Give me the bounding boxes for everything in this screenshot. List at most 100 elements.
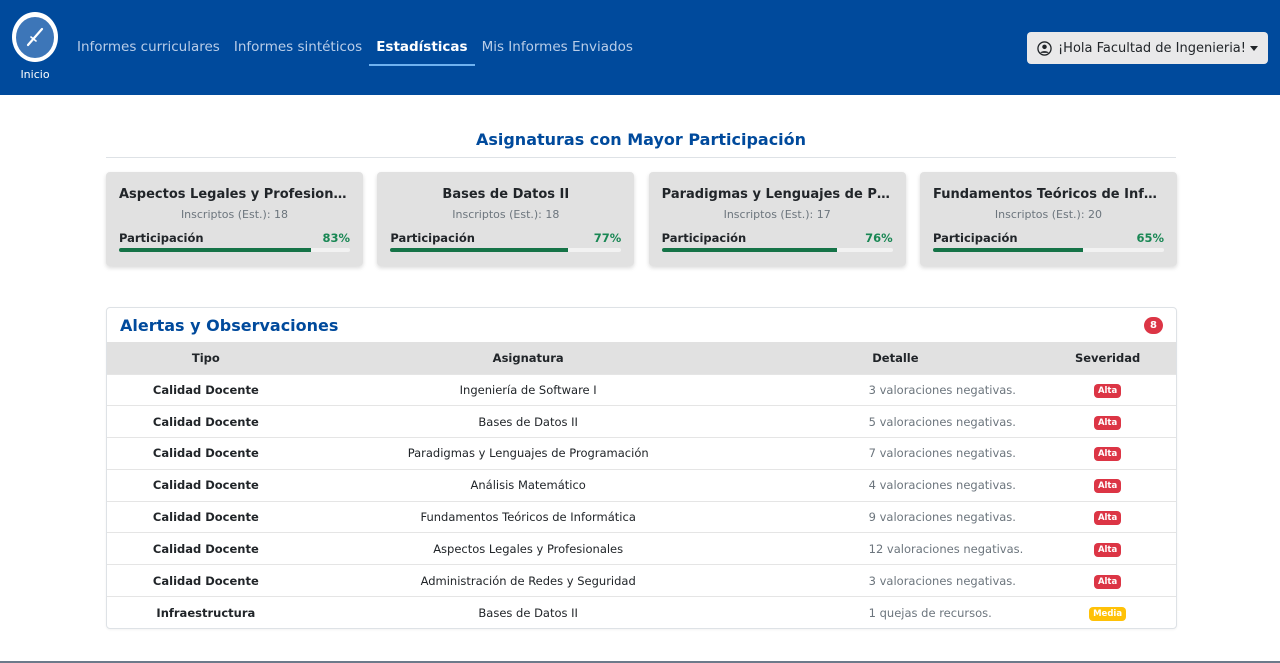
severity-badge: Alta [1093,383,1122,398]
nav-link-mis-informes-enviados[interactable]: Mis Informes Enviados [475,30,640,66]
brand-label: Inicio [20,68,50,81]
main-nav: Informes curriculares Informes sintético… [70,30,640,66]
alert-type: Calidad Docente [107,437,305,470]
table-row: Calidad Docente Aspectos Legales y Profes… [107,532,1176,565]
alert-detail: 1 quejas de recursos. [751,596,1040,628]
severity-badge: Alta [1093,542,1122,557]
table-row: Calidad Docente Análisis Matemático 4 valo… [107,468,1176,502]
card-enrolled: Inscriptos (Est.): 18 [452,208,560,221]
alert-detail-text: 4 valoraciones negativas. [868,478,1016,493]
card-participation-label: Participación [661,231,747,245]
severity-badge: Alta [1093,447,1122,462]
alert-type: Calidad Docente [107,532,305,565]
alert-type: Calidad Docente [107,500,305,533]
card-title: Aspectos Legales y Profesionales [119,187,350,202]
alert-subject: Análisis Matemático [304,468,752,502]
nav-link-informes-curriculares[interactable]: Informes curriculares [70,30,227,66]
alert-detail-text: 7 valoraciones negativas. [868,446,1016,461]
alert-detail-text: 1 quejas de recursos. [868,605,992,620]
severity-badge: Alta [1093,415,1122,430]
card-enrolled: Inscriptos (Est.): 17 [723,208,831,221]
alerts-header: Alertas y Observaciones 8 [107,308,1176,342]
alert-subject: Administración de Redes y Seguridad [304,564,752,597]
alerts-title: Alertas y Observaciones [120,316,339,335]
alert-severity-cell: Alta [1039,373,1176,406]
severity-badge: Alta [1093,479,1122,494]
table-row: Infraestructura Bases de Datos II 1 quejas… [107,596,1176,628]
card-participation-percent: 77% [593,231,622,245]
alert-severity-cell: Alta [1039,500,1176,533]
column-header-detalle: Detalle [872,350,919,365]
severity-badge: Media [1089,606,1127,621]
alert-subject: Paradigmas y Lenguajes de Programación [304,437,752,470]
column-header-asignatura: Asignatura [492,350,564,365]
card-title: Bases de Datos II [442,187,570,202]
participation-progress-fill [119,248,311,252]
alert-severity-cell: Alta [1039,468,1176,502]
card-participation-percent: 65% [1136,231,1164,245]
participation-progress-bar [932,248,1164,252]
alert-detail: 5 valoraciones negativas. [751,405,1040,438]
home-brand-link[interactable]: Inicio [12,12,58,81]
severity-badge: Alta [1093,511,1122,526]
alert-detail: 12 valoraciones negativas. [751,532,1040,565]
participation-title: Asignaturas con Mayor Participación [475,130,807,149]
alert-severity-cell: Media [1039,596,1176,628]
alert-severity-cell: Alta [1039,532,1176,565]
alert-type: Infraestructura [107,596,305,628]
top-navbar: Inicio Informes curriculares Informes si… [0,0,1280,95]
column-header-severidad: Severidad [1074,350,1141,365]
alert-detail: 7 valoraciones negativas. [751,437,1040,470]
table-row: Calidad Docente Paradigmas y Lenguajes de… [107,437,1176,470]
user-menu-button[interactable]: ¡Hola Facultad de Ingenieria! [1026,32,1268,64]
column-header-tipo: Tipo [191,350,220,365]
participation-progress-fill [932,248,1084,252]
alerts-table: Tipo Asignatura Detalle Severidad Calida… [107,342,1176,628]
participation-progress-bar [661,248,893,252]
participation-progress-bar [119,248,350,252]
alert-detail-text: 12 valoraciones negativas. [868,541,1024,556]
participation-progress-fill [661,248,838,252]
user-circle-icon [1037,40,1052,56]
card-title: Paradigmas y Lenguajes de Progr... [661,187,893,202]
alert-subject: Bases de Datos II [304,596,752,628]
user-greeting: ¡Hola Facultad de Ingenieria! [1057,40,1246,56]
participation-card: Bases de Datos II Inscriptos (Est.): 18 … [377,172,635,266]
alert-subject: Ingeniería de Software I [304,373,752,406]
table-row: Calidad Docente Ingeniería de Software I 3… [107,373,1176,406]
alert-detail-text: 9 valoraciones negativas. [868,510,1016,525]
nav-link-estadisticas[interactable]: Estadísticas [369,30,475,66]
card-enrolled: Inscriptos (Est.): 18 [180,208,289,221]
alerts-table-header: Tipo Asignatura Detalle Severidad [107,342,1176,374]
alert-detail-text: 5 valoraciones negativas. [868,414,1016,429]
card-participation-label: Participación [119,231,204,245]
alert-type: Calidad Docente [107,405,305,438]
alert-detail: 4 valoraciones negativas. [751,468,1040,502]
participation-card: Aspectos Legales y Profesionales Inscrip… [106,172,363,266]
alert-detail-text: 3 valoraciones negativas. [868,573,1016,588]
alert-type: Calidad Docente [107,564,305,597]
alert-type: Calidad Docente [107,468,305,502]
nav-link-informes-sinteticos[interactable]: Informes sintéticos [227,30,369,66]
alert-severity-cell: Alta [1039,437,1176,470]
severity-badge: Alta [1093,574,1122,589]
participation-progress-fill [390,248,569,252]
table-row: Calidad Docente Administración de Redes y… [107,564,1176,597]
alerts-count-badge: 8 [1144,317,1163,334]
card-title: Fundamentos Teóricos de Inform... [932,187,1164,202]
alert-detail: 9 valoraciones negativas. [751,500,1040,533]
participation-card: Paradigmas y Lenguajes de Progr... Inscr… [648,172,906,266]
card-enrolled: Inscriptos (Est.): 20 [994,208,1103,221]
alert-severity-cell: Alta [1039,564,1176,597]
participation-card: Fundamentos Teóricos de Inform... Inscri… [919,172,1177,266]
caret-down-icon [1250,45,1258,51]
alert-detail: 3 valoraciones negativas. [751,373,1040,406]
compass-logo-icon [12,12,58,62]
card-participation-label: Participación [390,231,475,245]
participation-cards: Aspectos Legales y Profesionales Inscrip… [106,172,1177,266]
table-row: Calidad Docente Bases de Datos II 5 valora… [107,405,1176,438]
alert-detail: 3 valoraciones negativas. [751,564,1040,597]
card-participation-label: Participación [932,231,1018,245]
alert-severity-cell: Alta [1039,405,1176,438]
card-participation-percent: 83% [322,231,350,245]
